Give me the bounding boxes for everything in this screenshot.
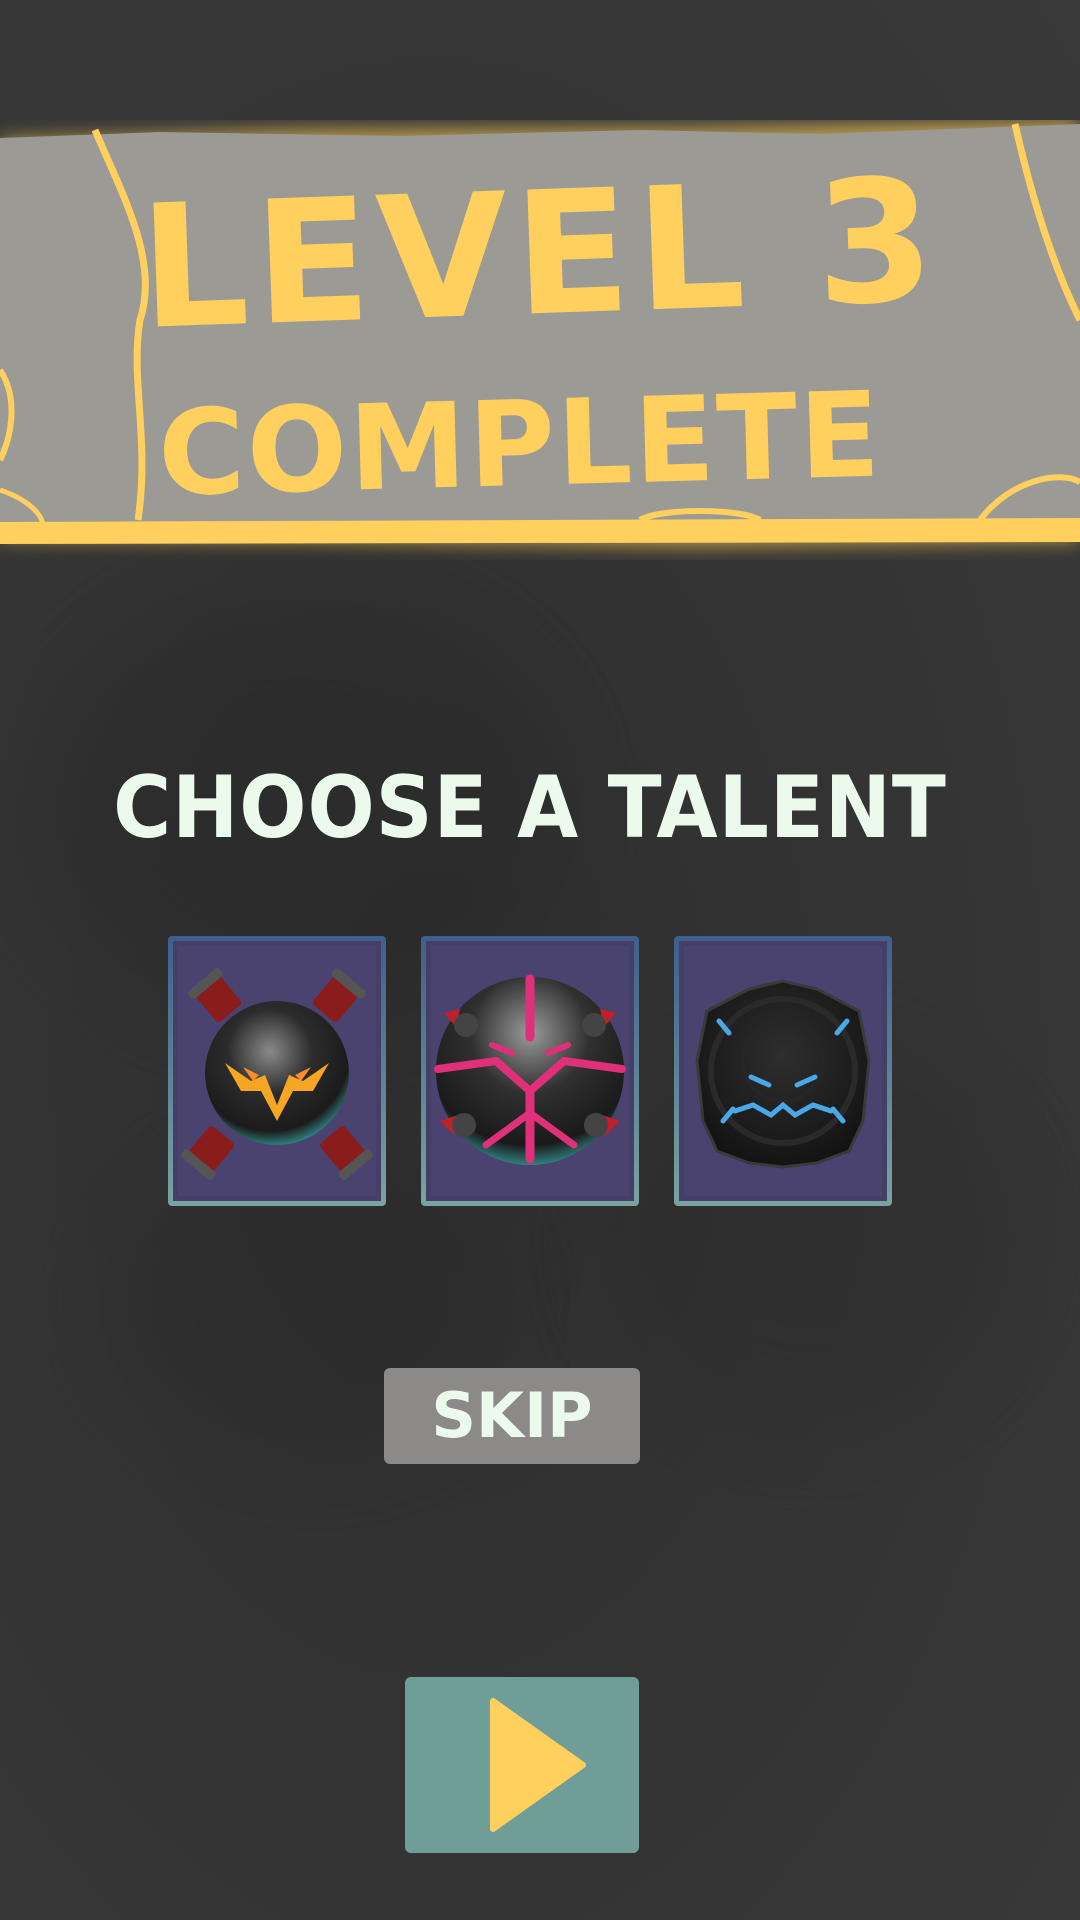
level-complete-banner: LEVEL 3 COMPLETE <box>0 120 1080 550</box>
play-button[interactable] <box>405 1677 639 1853</box>
talent-card-magenta[interactable] <box>421 936 639 1206</box>
talent-card-shield[interactable] <box>674 936 892 1206</box>
skip-button[interactable]: SKIP <box>384 1368 640 1464</box>
skip-button-label: SKIP <box>431 1379 593 1452</box>
level-complete-screen: LEVEL 3 COMPLETE CHOOSE A TALENT SKIP <box>0 0 1080 1920</box>
level-title: LEVEL 3 <box>136 142 944 368</box>
magenta-spiked-orb-icon <box>434 974 626 1165</box>
blue-shield-orb-icon <box>695 979 871 1169</box>
talent-card-fire[interactable] <box>168 936 386 1206</box>
choose-talent-heading: CHOOSE A TALENT <box>113 758 947 858</box>
fire-orb-icon <box>180 968 374 1181</box>
play-icon <box>490 1698 586 1832</box>
